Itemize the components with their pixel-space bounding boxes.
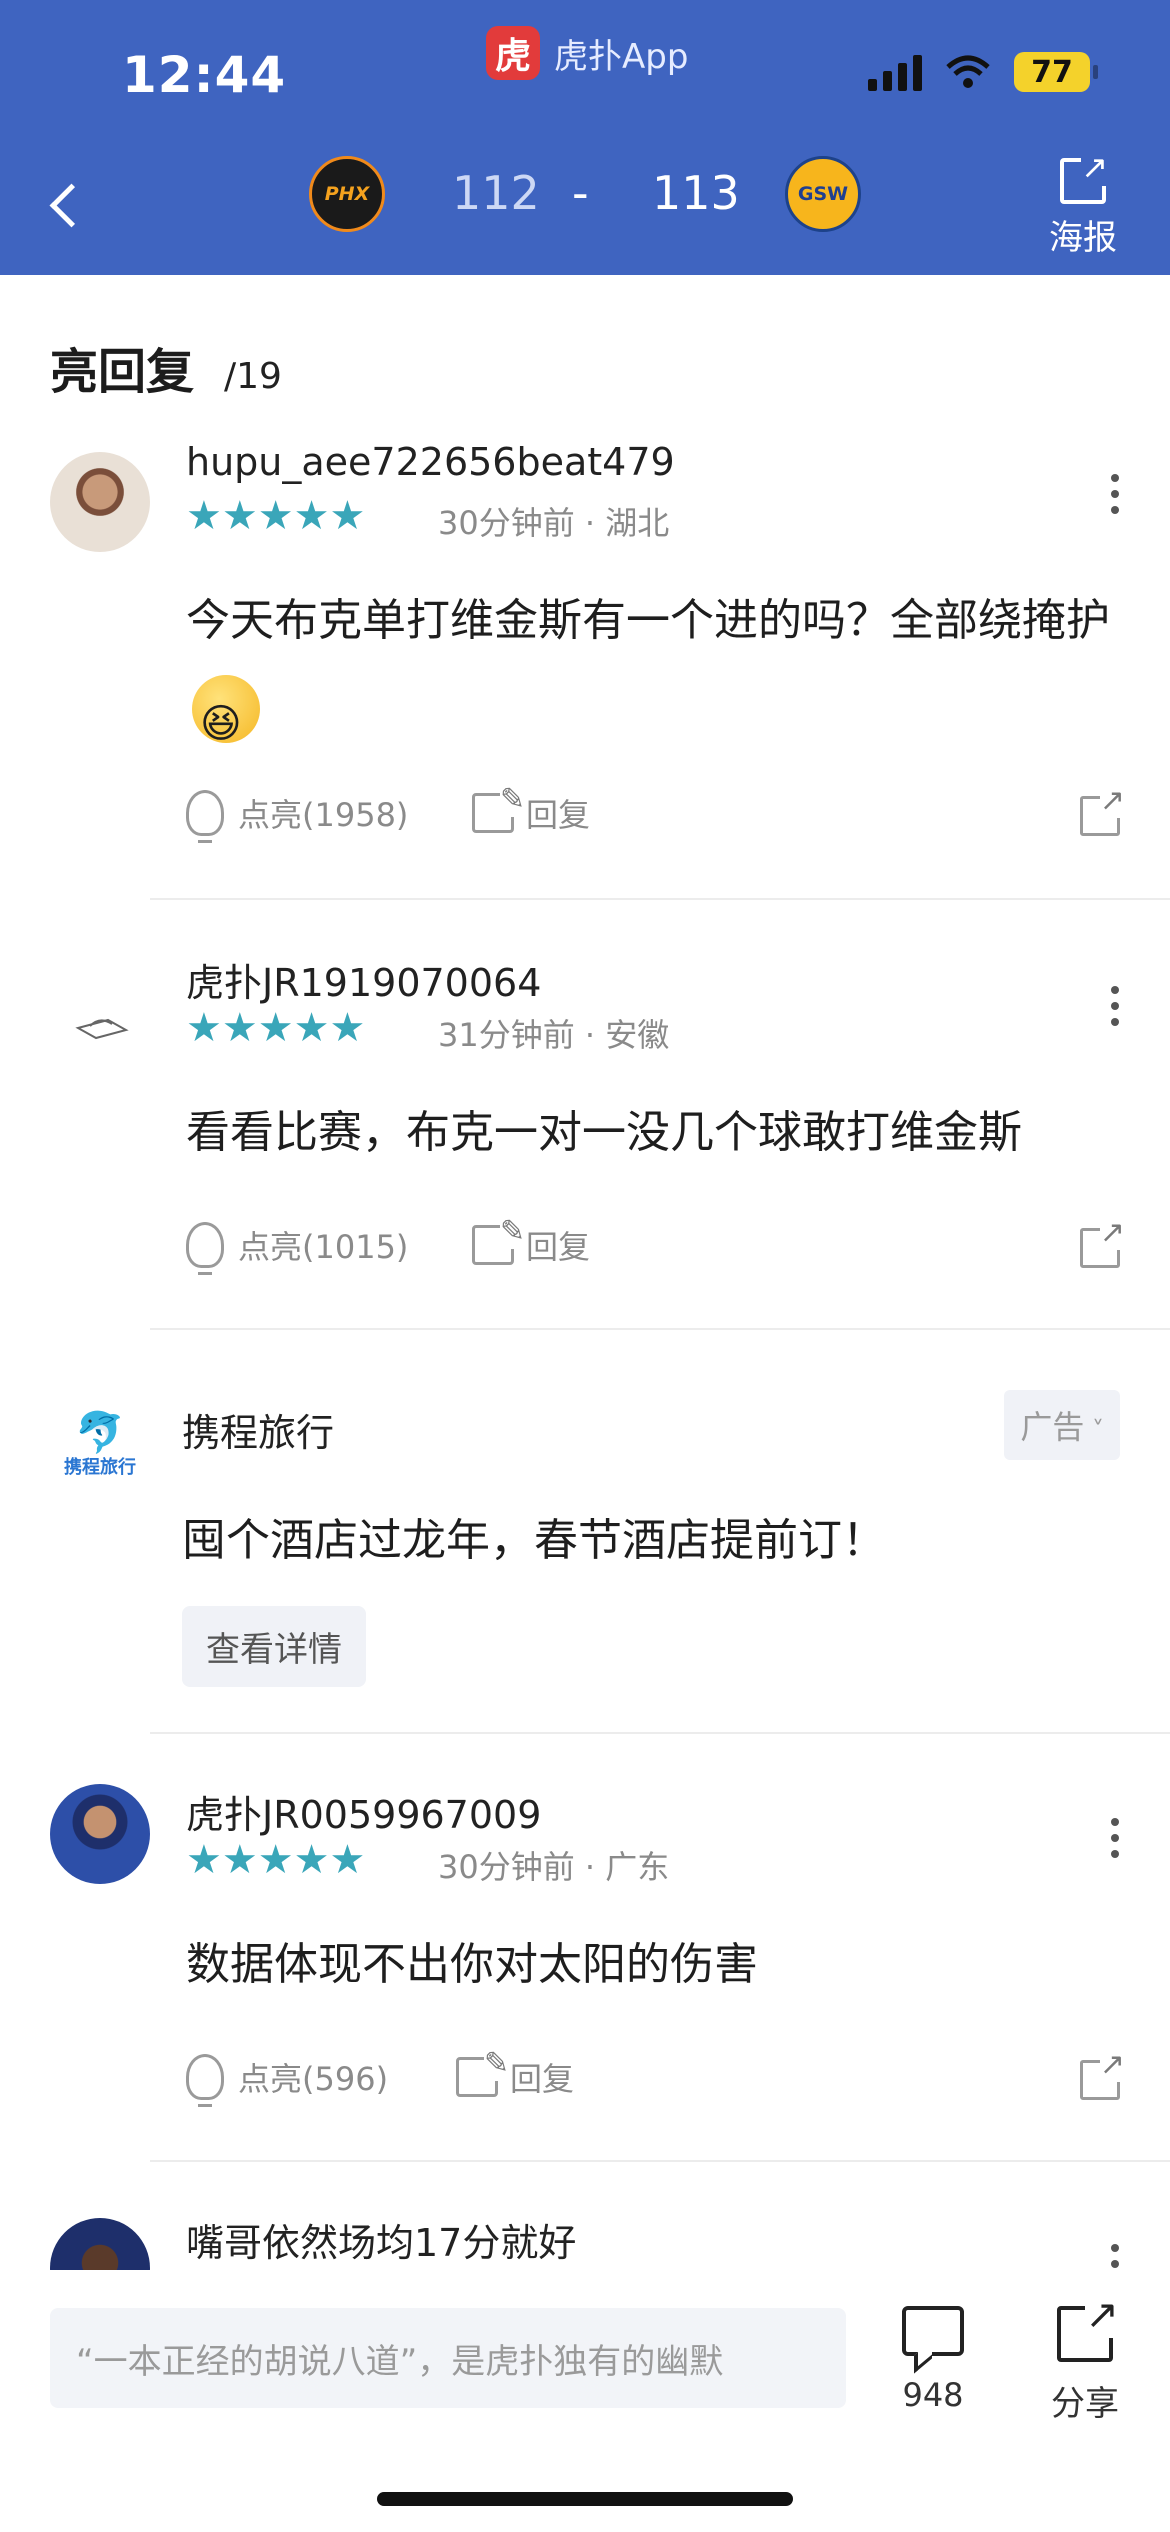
share-label: 分享 xyxy=(1051,2384,1119,2424)
back-button[interactable] xyxy=(46,180,96,230)
comment-username[interactable]: 嘴哥依然场均17分就好 xyxy=(186,2212,576,2267)
comment-count: 948 xyxy=(902,2376,964,2414)
status-time: 12:44 xyxy=(122,46,287,104)
comment-actions: 点亮(1958) 回复 xyxy=(186,782,1125,850)
divider xyxy=(150,1732,1170,1734)
reply-button[interactable]: 回复 xyxy=(456,2046,575,2100)
more-options-icon[interactable] xyxy=(1110,2244,1120,2272)
comment-item: hupu_aee722656beat479 ★★★★★ 30分钟前 · 湖北 今… xyxy=(0,440,1170,900)
ad-item[interactable]: 🐬 携程旅行 携程旅行 广告 囤个酒店过龙年，春节酒店提前订！ 查看详情 xyxy=(0,1380,1170,1710)
hupu-logo-icon: 虎 xyxy=(486,26,540,80)
comment-bubble-icon xyxy=(902,2306,964,2356)
comment-item: 嘴哥依然场均17分就好 xyxy=(0,2212,1170,2272)
reply-label: 回复 xyxy=(526,796,591,834)
battery-icon: 77 xyxy=(1014,52,1098,92)
reply-button[interactable]: 回复 xyxy=(472,1214,591,1268)
laughing-emoji-icon xyxy=(192,675,260,767)
like-label: 点亮(1015) xyxy=(238,1228,409,1266)
lightbulb-icon xyxy=(186,1222,224,1275)
like-label: 点亮(596) xyxy=(238,2060,389,2098)
like-label: 点亮(1958) xyxy=(238,796,409,834)
ad-tag-dropdown[interactable]: 广告 xyxy=(1004,1390,1120,1460)
comment-text: 看看比赛，布克一对一没几个球敢打维金斯 xyxy=(186,1107,1022,1158)
comments-button[interactable]: 948 xyxy=(898,2306,968,2414)
poster-label: 海报 xyxy=(1049,218,1117,258)
share-comment-button[interactable] xyxy=(1080,2047,1125,2100)
share-icon xyxy=(1057,2292,1119,2362)
section-count: /19 xyxy=(224,356,282,397)
comment-item: 虎扑JR1919070064 ★★★★★ 31分钟前 · 安徽 看看比赛，布克一… xyxy=(0,952,1170,1322)
comment-text: 数据体现不出你对太阳的伤害 xyxy=(186,1939,758,1990)
comment-username[interactable]: 虎扑JR1919070064 xyxy=(186,952,541,1007)
divider xyxy=(150,1328,1170,1330)
header: 12:44 虎 虎扑App 77 PHX 112 - 113 GSW 海报 xyxy=(0,0,1170,275)
edit-icon xyxy=(472,1214,525,1265)
more-options-icon[interactable] xyxy=(1110,1818,1120,1858)
comment-time-location: 31分钟前 · 安徽 xyxy=(438,1016,670,1054)
share-out-icon xyxy=(1060,148,1108,204)
share-icon xyxy=(1080,1215,1125,1268)
score-home: 112 xyxy=(452,166,540,220)
comment-item: 虎扑JR0059967009 ★★★★★ 30分钟前 · 广东 数据体现不出你对… xyxy=(0,1784,1170,2154)
score-away: 113 xyxy=(652,166,740,220)
like-button[interactable]: 点亮(1015) xyxy=(186,1222,409,1275)
avatar[interactable] xyxy=(50,1784,150,1884)
section-title: 亮回复 /19 xyxy=(50,332,282,402)
ad-text: 囤个酒店过龙年，春节酒店提前订！ xyxy=(182,1515,886,1566)
edit-icon xyxy=(456,2046,509,2097)
app-name: 虎扑App xyxy=(554,36,689,77)
lightbulb-icon xyxy=(186,790,224,843)
share-comment-button[interactable] xyxy=(1080,1215,1125,1268)
share-icon xyxy=(1080,783,1125,836)
edit-icon xyxy=(472,782,525,833)
home-indicator[interactable] xyxy=(377,2492,793,2506)
divider xyxy=(150,898,1170,900)
avatar[interactable] xyxy=(50,452,150,552)
more-options-icon[interactable] xyxy=(1110,474,1120,514)
comment-username[interactable]: 虎扑JR0059967009 xyxy=(186,1784,541,1839)
comment-text: 今天布克单打维金斯有一个进的吗？全部绕掩护 xyxy=(186,578,1116,767)
team-logo-away[interactable]: GSW xyxy=(785,156,861,232)
comment-actions: 点亮(1015) 回复 xyxy=(186,1214,1125,1282)
game-nav-bar: PHX 112 - 113 GSW 海报 xyxy=(0,148,1170,260)
reply-label: 回复 xyxy=(510,2060,575,2098)
share-button[interactable]: 分享 xyxy=(1050,2292,1120,2425)
comment-input[interactable]: “一本正经的胡说八道”，是虎扑独有的幽默 xyxy=(50,2308,846,2408)
like-button[interactable]: 点亮(596) xyxy=(186,2054,389,2107)
cellular-signal-icon xyxy=(868,53,922,91)
score-separator: - xyxy=(572,166,589,220)
lightbulb-icon xyxy=(186,2054,224,2107)
poster-button[interactable]: 海报 xyxy=(1046,148,1120,259)
sketch-avatar-icon xyxy=(75,1018,129,1040)
section-title-text: 亮回复 xyxy=(50,344,195,400)
divider xyxy=(150,2160,1170,2162)
reply-button[interactable]: 回复 xyxy=(472,782,591,836)
ad-details-button[interactable]: 查看详情 xyxy=(182,1606,366,1687)
rating-stars: ★★★★★ xyxy=(186,1837,366,1883)
ctrip-logo-icon: 🐬 携程旅行 xyxy=(64,1410,136,1478)
status-indicators: 77 xyxy=(868,52,1098,92)
reply-label: 回复 xyxy=(526,1228,591,1266)
ad-advertiser-name: 携程旅行 xyxy=(182,1411,335,1455)
like-button[interactable]: 点亮(1958) xyxy=(186,790,409,843)
comment-username[interactable]: hupu_aee722656beat479 xyxy=(186,440,675,484)
app-badge: 虎 虎扑App xyxy=(486,26,688,80)
comment-text-content: 今天布克单打维金斯有一个进的吗？全部绕掩护 xyxy=(186,595,1110,646)
team-logo-home[interactable]: PHX xyxy=(309,156,385,232)
rating-stars: ★★★★★ xyxy=(186,1005,366,1051)
avatar[interactable] xyxy=(50,976,150,1076)
ad-logo-text: 携程旅行 xyxy=(64,1457,136,1478)
rating-stars: ★★★★★ xyxy=(186,493,366,539)
comment-actions: 点亮(596) 回复 xyxy=(186,2046,1125,2114)
share-comment-button[interactable] xyxy=(1080,783,1125,836)
comment-time-location: 30分钟前 · 广东 xyxy=(438,1848,670,1886)
share-icon xyxy=(1080,2047,1125,2100)
comment-time-location: 30分钟前 · 湖北 xyxy=(438,504,670,542)
more-options-icon[interactable] xyxy=(1110,986,1120,1026)
wifi-icon xyxy=(946,55,990,88)
avatar[interactable] xyxy=(50,2218,150,2272)
